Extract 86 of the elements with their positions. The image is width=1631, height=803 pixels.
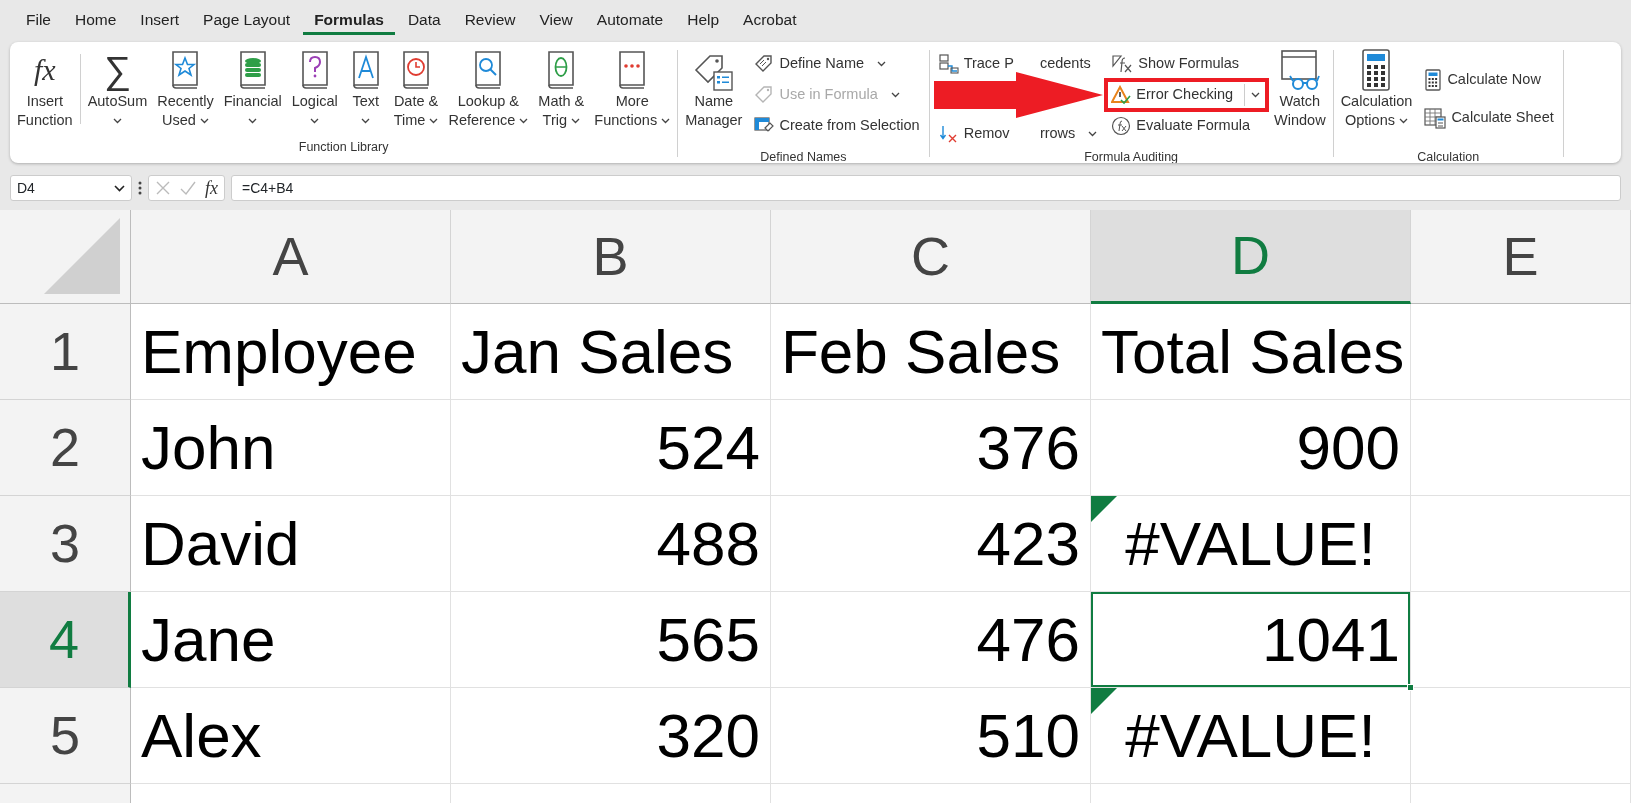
column-header[interactable]: B bbox=[451, 210, 771, 304]
ribbon-button[interactable]: Error Checking bbox=[1107, 81, 1267, 109]
table-cell[interactable]: 376 bbox=[771, 400, 1091, 496]
table-cell[interactable] bbox=[1411, 304, 1631, 400]
table-cell[interactable] bbox=[1411, 496, 1631, 592]
dropdown-icon bbox=[114, 184, 125, 192]
table-cell[interactable]: 565 bbox=[451, 592, 771, 688]
formula-field[interactable]: =C4+B4 bbox=[231, 175, 1621, 201]
insert-function-button[interactable]: fx bbox=[205, 174, 218, 202]
cancel-icon bbox=[155, 180, 171, 196]
ribbon-button[interactable]: Financial bbox=[218, 50, 287, 130]
ribbon-button[interactable]: Date & Time bbox=[388, 50, 444, 130]
ribbon-tab[interactable]: Page Layout bbox=[192, 4, 302, 35]
ribbon-button[interactable]: Create from Selection bbox=[750, 112, 924, 140]
ribbon-tab[interactable]: Acrobat bbox=[732, 4, 808, 35]
ribbon-tab[interactable]: Help bbox=[676, 4, 731, 35]
table-cell[interactable]: #VALUE! bbox=[1091, 496, 1411, 592]
group-label: Function Library bbox=[297, 139, 390, 157]
warning-icon bbox=[1111, 85, 1132, 105]
column-header[interactable]: E bbox=[1411, 210, 1631, 304]
ribbon-button[interactable]: Recently Used bbox=[152, 50, 219, 130]
ribbon-button[interactable]: Calculate Sheet bbox=[1420, 104, 1558, 132]
column-header[interactable]: D bbox=[1091, 210, 1411, 304]
ribbon-button[interactable]: ∑ AutoSum bbox=[82, 50, 153, 130]
table-cell[interactable]: Employee bbox=[131, 304, 451, 400]
table-cell[interactable]: David bbox=[131, 496, 451, 592]
table-cell[interactable]: Jan Sales bbox=[451, 304, 771, 400]
table-cell[interactable]: 900 bbox=[1091, 400, 1411, 496]
evaluate-icon bbox=[1111, 116, 1132, 136]
group-label: Formula Auditing bbox=[1083, 149, 1180, 163]
ribbon-button[interactable]: Calculation Options bbox=[1335, 50, 1418, 130]
ribbon-button[interactable]: Lookup & Reference bbox=[443, 50, 534, 130]
ribbon-tab[interactable]: Home bbox=[64, 4, 128, 35]
row-header[interactable]: 3 bbox=[0, 496, 131, 592]
more-icon bbox=[138, 181, 142, 195]
row-header[interactable]: 2 bbox=[0, 400, 131, 496]
ribbon-button[interactable]: Logical bbox=[286, 50, 343, 130]
calculator-icon bbox=[1424, 69, 1443, 91]
row-header[interactable]: 4 bbox=[0, 592, 131, 688]
table-cell[interactable] bbox=[1411, 592, 1631, 688]
sheet-calculator-icon bbox=[1424, 107, 1447, 129]
table-cell[interactable]: 423 bbox=[771, 496, 1091, 592]
column-header[interactable]: C bbox=[771, 210, 1091, 304]
table-cell[interactable] bbox=[1411, 400, 1631, 496]
ribbon-button[interactable]: Math & Trig bbox=[533, 50, 590, 130]
ribbon-button[interactable]: Watch Window bbox=[1269, 50, 1331, 130]
table-cell[interactable]: Total Sales bbox=[1091, 304, 1411, 400]
ribbon-tab[interactable]: View bbox=[528, 4, 584, 35]
row-header[interactable]: 5 bbox=[0, 688, 131, 784]
ribbon-button[interactable]: Trace P cedents bbox=[934, 50, 1102, 78]
table-cell[interactable]: Feb Sales bbox=[771, 304, 1091, 400]
table-cell[interactable]: John bbox=[131, 400, 451, 496]
tag-icon bbox=[754, 54, 775, 74]
tag-icon bbox=[754, 85, 775, 105]
table-cell[interactable]: Jane bbox=[131, 592, 451, 688]
enter-icon bbox=[179, 180, 197, 196]
function-icon: fx bbox=[34, 55, 56, 85]
ribbon-button[interactable]: Remov rrows bbox=[934, 120, 1102, 148]
table-cell[interactable]: 488 bbox=[451, 496, 771, 592]
ribbon-tab[interactable]: Data bbox=[396, 4, 452, 35]
table-cell[interactable]: 476 bbox=[771, 592, 1091, 688]
row-header[interactable]: 1 bbox=[0, 304, 131, 400]
ribbon-tab[interactable]: Insert bbox=[129, 4, 191, 35]
ribbon-button[interactable]: Define Name bbox=[750, 50, 924, 78]
ribbon-button[interactable]: fx Insert Function bbox=[12, 50, 78, 130]
group-label: Calculation bbox=[1416, 149, 1481, 163]
remove-arrows-icon bbox=[938, 124, 959, 144]
sum-icon: ∑ bbox=[103, 51, 131, 89]
ribbon-tab[interactable]: File bbox=[15, 4, 62, 35]
ribbon-button[interactable]: Name Manager bbox=[680, 50, 748, 130]
ribbon-tab[interactable]: Review bbox=[453, 4, 527, 35]
show-formulas-icon bbox=[1111, 54, 1134, 74]
select-all-button[interactable] bbox=[0, 210, 131, 304]
ribbon-button[interactable]: More Functions bbox=[589, 50, 676, 130]
table-cell[interactable]: 1041 bbox=[1091, 592, 1411, 688]
ribbon-button[interactable]: Show Formulas bbox=[1107, 50, 1267, 78]
ribbon-button[interactable]: Text bbox=[342, 50, 389, 130]
ribbon-button[interactable]: Evaluate Formula bbox=[1107, 112, 1267, 140]
ribbon-tab[interactable]: Formulas bbox=[303, 4, 395, 35]
group-label: Defined Names bbox=[759, 149, 848, 163]
trace-icon bbox=[938, 54, 959, 74]
ribbon-tab[interactable]: Automate bbox=[585, 4, 675, 35]
column-header[interactable]: A bbox=[131, 210, 451, 304]
ribbon-button[interactable]: Calculate Now bbox=[1420, 66, 1558, 94]
name-box[interactable]: D4 bbox=[10, 175, 132, 201]
table-cell[interactable]: 524 bbox=[451, 400, 771, 496]
